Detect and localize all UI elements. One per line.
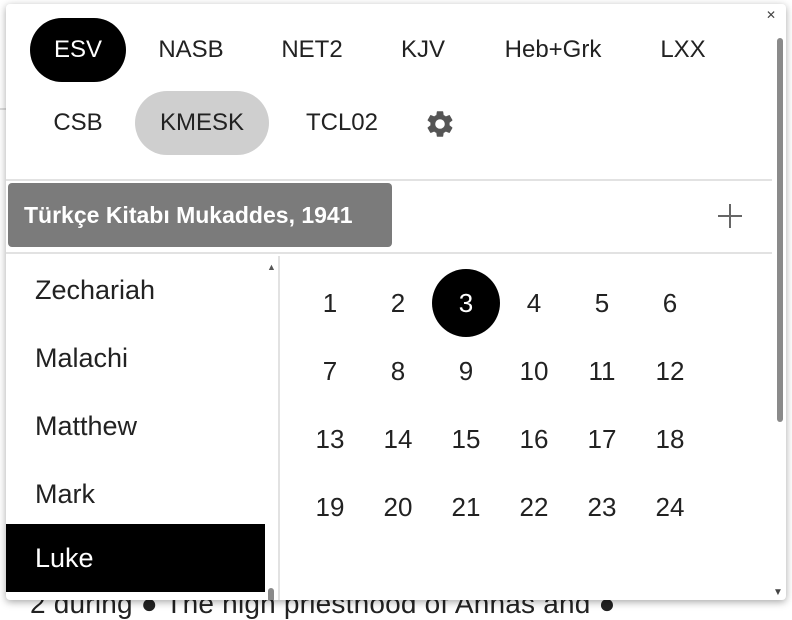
translation-lxx[interactable]: LXX [638, 18, 728, 82]
chapter-4[interactable]: 4 [500, 269, 568, 337]
chapter-20[interactable]: 20 [364, 473, 432, 541]
book-chapter-divider [278, 256, 280, 600]
chapter-21[interactable]: 21 [432, 473, 500, 541]
translation-net2[interactable]: NET2 [264, 18, 360, 82]
chapter-15[interactable]: 15 [432, 405, 500, 473]
chapter-23[interactable]: 23 [568, 473, 636, 541]
chapter-22[interactable]: 22 [500, 473, 568, 541]
book-label: Zechariah [35, 274, 156, 305]
translation-heb-grk[interactable]: Heb+Grk [484, 18, 622, 82]
chapter-6[interactable]: 6 [636, 269, 704, 337]
translation-nasb[interactable]: NASB [144, 18, 238, 82]
translation-csb[interactable]: CSB [30, 91, 126, 155]
translation-picker-popup: ✕ ESV NASB NET2 KJV Heb+Grk LXX CSB KMES… [6, 4, 786, 600]
chapter-16[interactable]: 16 [500, 405, 568, 473]
chapter-18[interactable]: 18 [636, 405, 704, 473]
translation-tcl02[interactable]: TCL02 [286, 91, 398, 155]
chapter-17[interactable]: 17 [568, 405, 636, 473]
gear-icon[interactable] [424, 108, 456, 140]
book-list: Zechariah Malachi Matthew Mark Luke [6, 256, 268, 600]
popup-scrollbar-thumb[interactable] [777, 38, 783, 422]
translation-esv[interactable]: ESV [30, 18, 126, 82]
translation-kmesk[interactable]: KMESK [135, 91, 269, 155]
chapter-5[interactable]: 5 [568, 269, 636, 337]
plus-icon[interactable] [716, 202, 744, 230]
chapter-7[interactable]: 7 [296, 337, 364, 405]
translation-list: ESV NASB NET2 KJV Heb+Grk LXX CSB KMESK … [6, 4, 772, 180]
chapter-12[interactable]: 12 [636, 337, 704, 405]
chapter-3[interactable]: 3 [432, 269, 500, 337]
scroll-down-icon[interactable]: ▼ [773, 587, 783, 598]
chapter-13[interactable]: 13 [296, 405, 364, 473]
chapter-8[interactable]: 8 [364, 337, 432, 405]
book-item-mark[interactable]: Mark [6, 460, 265, 528]
book-label: Luke [35, 542, 94, 573]
chapter-11[interactable]: 11 [568, 337, 636, 405]
chapter-10[interactable]: 10 [500, 337, 568, 405]
book-list-scrollbar[interactable] [268, 588, 274, 600]
version-divider [6, 252, 772, 254]
book-item-malachi[interactable]: Malachi [6, 324, 265, 392]
book-item-zechariah[interactable]: Zechariah [6, 256, 265, 324]
chapter-9[interactable]: 9 [432, 337, 500, 405]
chapter-19[interactable]: 19 [296, 473, 364, 541]
book-item-luke[interactable]: Luke [6, 524, 265, 592]
book-label: Matthew [35, 410, 138, 441]
chapter-2[interactable]: 2 [364, 269, 432, 337]
book-item-matthew[interactable]: Matthew [6, 392, 265, 460]
chapter-24[interactable]: 24 [636, 473, 704, 541]
chapter-1[interactable]: 1 [296, 269, 364, 337]
translations-divider [6, 179, 772, 181]
version-title[interactable]: Türkçe Kitabı Mukaddes, 1941 [8, 183, 392, 247]
book-label: Mark [35, 478, 95, 509]
translation-kjv[interactable]: KJV [378, 18, 468, 82]
book-list-scroll-up-icon[interactable]: ▲ [267, 262, 276, 272]
chapter-14[interactable]: 14 [364, 405, 432, 473]
book-label: Malachi [35, 342, 129, 373]
